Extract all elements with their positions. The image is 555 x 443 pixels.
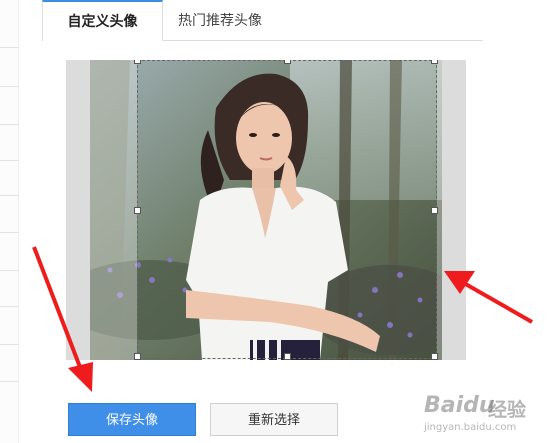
tab-custom-avatar[interactable]: 自定义头像 xyxy=(42,0,163,41)
left-sidebar xyxy=(0,0,19,443)
crop-handle-bottom[interactable] xyxy=(284,353,291,360)
sidebar-divider xyxy=(0,160,18,161)
crop-handle-left[interactable] xyxy=(134,207,141,214)
crop-handle-top-left[interactable] xyxy=(134,60,141,64)
sidebar-divider xyxy=(0,306,18,307)
watermark-url: jingyan.baidu.com xyxy=(424,422,517,433)
sidebar-divider xyxy=(0,124,18,125)
avatar-settings-page: 自定义头像 热门推荐头像 保存头像 重新选择 Baidu 经验 jingyan.… xyxy=(0,0,555,443)
crop-handle-bottom-right[interactable] xyxy=(431,353,438,360)
save-avatar-button[interactable]: 保存头像 xyxy=(68,403,196,436)
sidebar-divider xyxy=(0,381,18,382)
tab-popular-avatars[interactable]: 热门推荐头像 xyxy=(170,0,270,40)
watermark-brand: Baidu xyxy=(424,393,495,418)
crop-handle-bottom-left[interactable] xyxy=(134,353,141,360)
sidebar-divider xyxy=(0,344,18,345)
watermark-brand-cn: 经验 xyxy=(488,399,527,421)
reselect-button[interactable]: 重新选择 xyxy=(210,403,338,436)
sidebar-divider xyxy=(0,86,18,87)
crop-selection-box[interactable] xyxy=(134,60,438,360)
avatar-tabs: 自定义头像 热门推荐头像 xyxy=(42,0,483,41)
sidebar-divider xyxy=(0,232,18,233)
sidebar-divider xyxy=(0,270,18,271)
sidebar-divider xyxy=(0,47,18,48)
avatar-crop-editor xyxy=(66,60,466,360)
baidu-jingyan-watermark: Baidu 经验 jingyan.baidu.com xyxy=(424,393,549,438)
sidebar-divider xyxy=(0,195,18,196)
crop-handle-right[interactable] xyxy=(431,207,438,214)
crop-mask-left xyxy=(90,60,137,360)
crop-handle-top[interactable] xyxy=(284,60,291,64)
crop-handle-top-right[interactable] xyxy=(431,60,438,64)
